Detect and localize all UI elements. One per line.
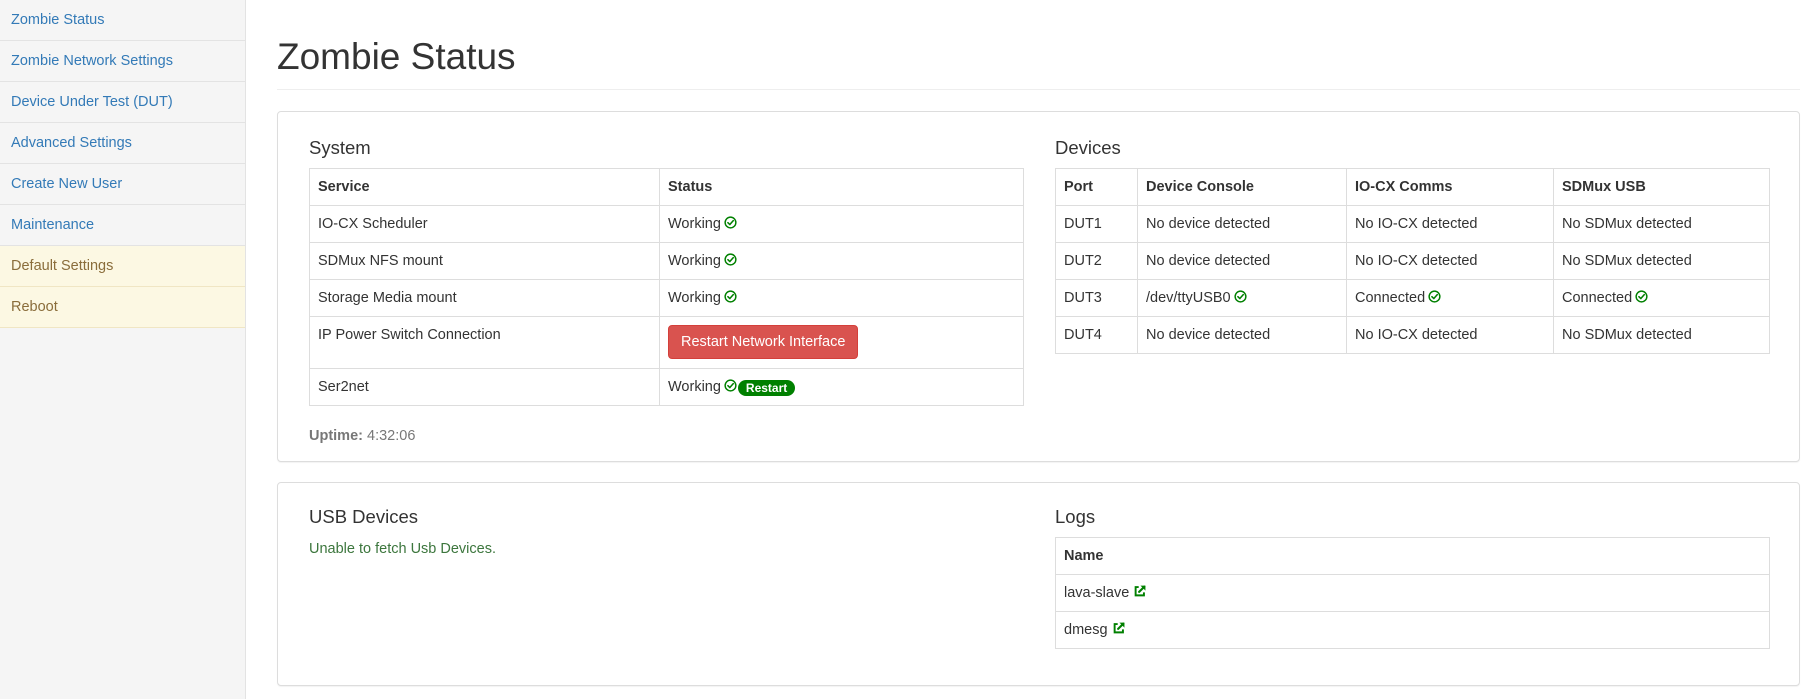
title-divider [277, 89, 1800, 90]
table-row: DUT3 /dev/ttyUSB0 Connected Connected [1055, 279, 1770, 317]
port-cell: DUT4 [1055, 316, 1138, 354]
io-cx-comms-cell: No IO-CX detected [1346, 242, 1554, 280]
table-row: Ser2net Working Restart [309, 368, 1024, 406]
io-cx-comms-cell: No IO-CX detected [1346, 205, 1554, 243]
usb-devices-message: Unable to fetch Usb Devices. [309, 541, 496, 557]
port-cell: DUT3 [1055, 279, 1138, 317]
sidebar: Zombie Status Zombie Network Settings De… [0, 0, 246, 699]
check-circle-icon [1635, 290, 1648, 303]
table-header-row: Service Status [309, 168, 1024, 206]
column-header-port: Port [1055, 168, 1138, 206]
sdmux-usb-text: Connected [1562, 290, 1633, 306]
table-row: DUT4 No device detected No IO-CX detecte… [1055, 316, 1770, 354]
check-circle-icon [724, 253, 737, 266]
logs-title: Logs [1055, 506, 1096, 527]
device-console-cell: /dev/ttyUSB0 [1137, 279, 1347, 317]
status-panel: System Service Status IO-CX Scheduler Wo… [277, 111, 1800, 462]
service-name: SDMux NFS mount [309, 242, 660, 280]
sdmux-usb-cell: No SDMux detected [1553, 205, 1770, 243]
column-header-io-cx-comms: IO-CX Comms [1346, 168, 1554, 206]
sidebar-item-device-under-test[interactable]: Device Under Test (DUT) [0, 82, 245, 123]
table-row: lava-slave [1055, 574, 1770, 612]
sdmux-usb-cell: No SDMux detected [1553, 316, 1770, 354]
log-item[interactable]: dmesg [1055, 611, 1770, 649]
check-circle-icon [724, 216, 737, 229]
device-console-text: /dev/ttyUSB0 [1146, 290, 1231, 306]
devices-table: Port Device Console IO-CX Comms SDMux US… [1055, 168, 1770, 354]
logs-section: Logs Name lava-slave dmesg [1055, 506, 1770, 649]
io-cx-comms-text: Connected [1355, 290, 1426, 306]
table-row: SDMux NFS mount Working [309, 242, 1024, 280]
external-link-icon[interactable] [1133, 584, 1147, 598]
column-header-service: Service [309, 168, 660, 206]
uptime: Uptime: 4:32:06 [309, 428, 415, 444]
usb-devices-section: USB Devices Unable to fetch Usb Devices. [309, 506, 1024, 557]
service-name: Storage Media mount [309, 279, 660, 317]
sdmux-usb-cell: Connected [1553, 279, 1770, 317]
service-name: Ser2net [309, 368, 660, 406]
table-header-row: Name [1055, 537, 1770, 575]
table-row: DUT2 No device detected No IO-CX detecte… [1055, 242, 1770, 280]
service-status: Working [659, 205, 1024, 243]
external-link-icon[interactable] [1112, 621, 1126, 635]
port-cell: DUT2 [1055, 242, 1138, 280]
table-row: IO-CX Scheduler Working [309, 205, 1024, 243]
sidebar-item-default-settings[interactable]: Default Settings [0, 246, 245, 287]
status-text: Working [668, 379, 721, 395]
device-console-cell: No device detected [1137, 205, 1347, 243]
uptime-label: Uptime: [309, 428, 363, 444]
column-header-name: Name [1055, 537, 1770, 575]
log-name[interactable]: dmesg [1064, 622, 1108, 638]
service-status: Working Restart [659, 368, 1024, 406]
device-console-cell: No device detected [1137, 316, 1347, 354]
sidebar-item-zombie-network-settings[interactable]: Zombie Network Settings [0, 41, 245, 82]
service-name: IO-CX Scheduler [309, 205, 660, 243]
status-text: Working [668, 216, 721, 232]
column-header-device-console: Device Console [1137, 168, 1347, 206]
log-item[interactable]: lava-slave [1055, 574, 1770, 612]
check-circle-icon [1234, 290, 1247, 303]
check-circle-icon [1428, 290, 1441, 303]
status-text: Working [668, 253, 721, 269]
usb-devices-title: USB Devices [309, 506, 418, 527]
page-title: Zombie Status [277, 36, 516, 77]
sdmux-usb-cell: No SDMux detected [1553, 242, 1770, 280]
sidebar-item-reboot[interactable]: Reboot [0, 287, 245, 328]
service-status: Restart Network Interface [659, 316, 1024, 369]
table-row: IP Power Switch Connection Restart Netwo… [309, 316, 1024, 369]
io-cx-comms-cell: No IO-CX detected [1346, 316, 1554, 354]
system-table: Service Status IO-CX Scheduler Working S… [309, 168, 1024, 406]
port-cell: DUT1 [1055, 205, 1138, 243]
sidebar-item-create-new-user[interactable]: Create New User [0, 164, 245, 205]
table-header-row: Port Device Console IO-CX Comms SDMux US… [1055, 168, 1770, 206]
table-row: dmesg [1055, 611, 1770, 649]
check-circle-icon [724, 379, 737, 392]
sidebar-item-zombie-status[interactable]: Zombie Status [0, 0, 245, 41]
service-status: Working [659, 242, 1024, 280]
system-section: System Service Status IO-CX Scheduler Wo… [309, 137, 1024, 406]
system-title: System [309, 137, 371, 158]
sidebar-item-advanced-settings[interactable]: Advanced Settings [0, 123, 245, 164]
service-status: Working [659, 279, 1024, 317]
restart-network-interface-button[interactable]: Restart Network Interface [668, 325, 859, 359]
devices-title: Devices [1055, 137, 1121, 158]
service-name: IP Power Switch Connection [309, 316, 660, 369]
sidebar-item-maintenance[interactable]: Maintenance [0, 205, 245, 246]
main-content: Zombie Status System Service Status IO-C… [246, 0, 1806, 699]
io-cx-comms-cell: Connected [1346, 279, 1554, 317]
status-text: Working [668, 290, 721, 306]
logs-table: Name lava-slave dmesg [1055, 537, 1770, 649]
device-console-cell: No device detected [1137, 242, 1347, 280]
table-row: Storage Media mount Working [309, 279, 1024, 317]
column-header-sdmux-usb: SDMux USB [1553, 168, 1770, 206]
usb-logs-panel: USB Devices Unable to fetch Usb Devices.… [277, 482, 1800, 686]
restart-ser2net-badge[interactable]: Restart [737, 380, 796, 396]
check-circle-icon [724, 290, 737, 303]
uptime-value: 4:32:06 [367, 428, 416, 444]
table-row: DUT1 No device detected No IO-CX detecte… [1055, 205, 1770, 243]
column-header-status: Status [659, 168, 1024, 206]
log-name[interactable]: lava-slave [1064, 585, 1129, 601]
devices-section: Devices Port Device Console IO-CX Comms … [1055, 137, 1770, 354]
